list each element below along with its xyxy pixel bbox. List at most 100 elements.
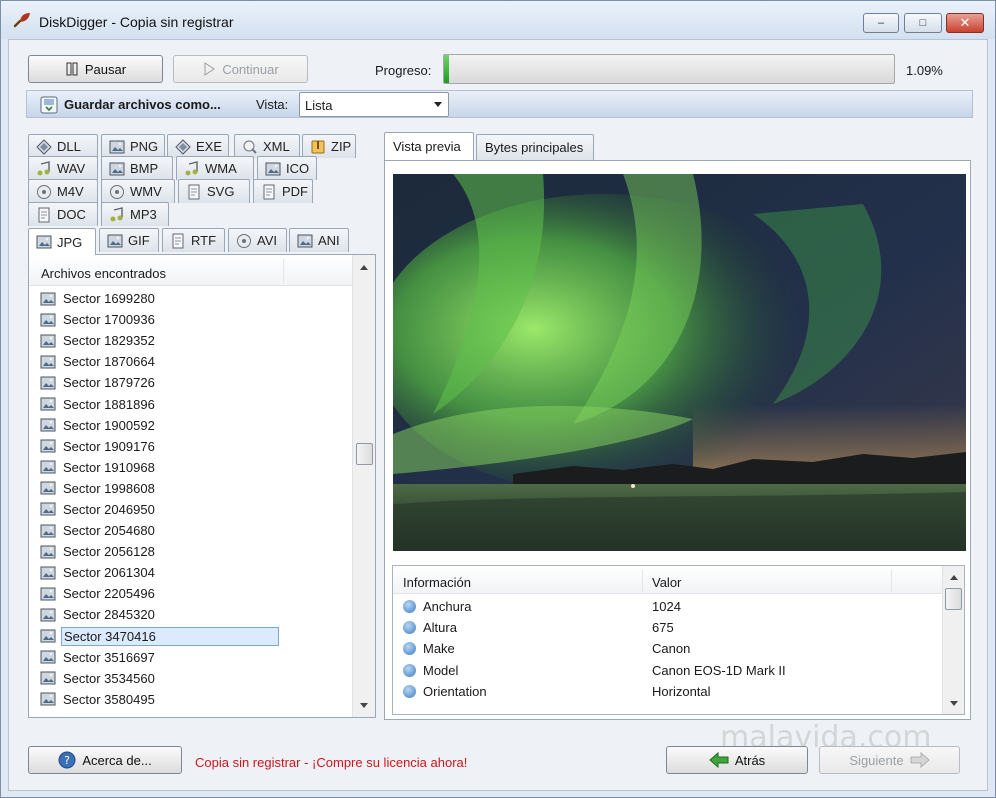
tab-mp3[interactable]: MP3 <box>101 202 169 226</box>
tab-wav[interactable]: WAV <box>28 156 98 180</box>
scroll-up-icon[interactable] <box>360 265 368 270</box>
scroll-down-icon[interactable] <box>950 701 958 706</box>
image-icon <box>297 234 313 247</box>
minimize-button[interactable]: – <box>863 13 899 33</box>
files-scrollbar[interactable] <box>352 255 375 717</box>
back-button[interactable]: Atrás <box>666 746 808 774</box>
tab-label: WMA <box>205 161 237 176</box>
tab-bmp[interactable]: BMP <box>101 156 173 180</box>
image-icon <box>40 608 56 622</box>
info-row[interactable]: Model Canon EOS-1D Mark II <box>393 660 943 681</box>
property-icon <box>403 600 416 613</box>
tab-bytes-principales[interactable]: Bytes principales <box>476 134 594 160</box>
image-icon <box>40 481 56 495</box>
scroll-thumb[interactable] <box>945 588 962 610</box>
file-row[interactable]: Sector 1998608 <box>29 478 353 499</box>
info-row[interactable]: Make Canon <box>393 638 943 659</box>
tab-exe[interactable]: EXE <box>167 134 229 158</box>
file-row[interactable]: Sector 1909176 <box>29 436 353 457</box>
progress-label: Progreso: <box>375 63 432 78</box>
file-row[interactable]: Sector 1700936 <box>29 309 353 330</box>
save-files-button[interactable]: Guardar archivos como... <box>64 97 221 112</box>
tab-dll[interactable]: DLL <box>28 134 98 158</box>
file-row[interactable]: Sector 1900592 <box>29 415 353 436</box>
promo-link[interactable]: Copia sin registrar - ¡Compre su licenci… <box>195 755 467 770</box>
back-label: Atrás <box>734 752 766 768</box>
file-row[interactable]: Sector 1881896 <box>29 393 353 414</box>
info-scrollbar[interactable] <box>942 566 964 714</box>
tab-jpg[interactable]: JPG <box>28 228 96 255</box>
chevron-down-icon <box>434 102 442 107</box>
preview-panel: Información Valor Anchura 1024 Altura 675 Ma… <box>384 160 971 720</box>
file-row[interactable]: Sector 3580495 <box>29 689 353 710</box>
info-value: 675 <box>652 620 674 636</box>
file-name: Sector 3516697 <box>63 649 155 665</box>
close-button[interactable]: ✕ <box>946 13 984 33</box>
file-row[interactable]: Sector 1879726 <box>29 372 353 393</box>
files-list: Sector 1699280 Sector 1700936 Sector 18293… <box>29 288 353 716</box>
image-icon <box>40 334 56 348</box>
continue-button[interactable]: Continuar <box>173 55 308 83</box>
tab-zip[interactable]: ZIP <box>302 134 356 158</box>
file-row[interactable]: Sector 2056128 <box>29 541 353 562</box>
file-row[interactable]: Sector 1870664 <box>29 351 353 372</box>
tab-vista-previa[interactable]: Vista previa <box>384 132 474 160</box>
file-row[interactable]: Sector 2046950 <box>29 499 353 520</box>
continue-label: Continuar <box>222 61 279 77</box>
tab-wma[interactable]: WMA <box>176 156 254 180</box>
file-row[interactable]: Sector 2205496 <box>29 583 353 604</box>
file-name: Sector 3470416 <box>61 626 279 646</box>
tab-label: DLL <box>57 139 81 154</box>
tab-gif[interactable]: GIF <box>99 228 159 252</box>
file-row[interactable]: Sector 1699280 <box>29 288 353 309</box>
files-header[interactable]: Archivos encontrados <box>29 255 353 286</box>
tab-label: GIF <box>128 233 150 248</box>
next-button[interactable]: Siguiente <box>819 746 960 774</box>
scroll-down-icon[interactable] <box>360 703 368 708</box>
tab-svg[interactable]: SVG <box>178 179 250 203</box>
next-label: Siguiente <box>849 752 904 768</box>
tab-m4v[interactable]: M4V <box>28 179 98 203</box>
maximize-button[interactable]: □ <box>904 13 942 33</box>
tab-pdf[interactable]: PDF <box>253 179 313 203</box>
tab-wmv[interactable]: WMV <box>101 179 175 203</box>
tab-xml[interactable]: XML <box>234 134 300 158</box>
view-select[interactable]: Lista <box>299 92 449 117</box>
tab-label: JPG <box>57 234 83 250</box>
tab-ani[interactable]: ANI <box>289 228 349 252</box>
tab-doc[interactable]: DOC <box>28 202 98 226</box>
tab-ico[interactable]: ICO <box>257 156 317 180</box>
scroll-up-icon[interactable] <box>950 575 958 580</box>
arrow-right-icon <box>910 752 930 768</box>
file-row[interactable]: Sector 2054680 <box>29 520 353 541</box>
document-icon <box>38 207 50 222</box>
arrow-left-icon <box>709 752 729 768</box>
file-name: Sector 1909176 <box>63 438 155 454</box>
file-row[interactable]: Sector 1910968 <box>29 457 353 478</box>
info-value: 1024 <box>652 599 681 614</box>
about-button[interactable]: ? Acerca de... <box>28 746 182 774</box>
title-bar[interactable]: DiskDigger - Copia sin registrar – □ ✕ <box>1 1 995 39</box>
info-header[interactable]: Información Valor <box>393 566 943 594</box>
info-value: Canon <box>652 641 691 657</box>
file-row[interactable]: Sector 2845320 <box>29 604 353 625</box>
file-name: Sector 1870664 <box>63 354 155 370</box>
info-row[interactable]: Orientation Horizontal <box>393 681 943 702</box>
info-row[interactable]: Altura 675 <box>393 617 943 638</box>
file-name: Sector 1900592 <box>63 417 155 433</box>
tab-png[interactable]: PNG <box>101 134 165 158</box>
files-panel: Archivos encontrados Sector 1699280 Secto… <box>28 254 376 718</box>
tab-rtf[interactable]: RTF <box>162 228 225 252</box>
file-row[interactable]: Sector 3516697 <box>29 647 353 668</box>
pause-button[interactable]: Pausar <box>28 55 163 83</box>
file-row[interactable]: Sector 2061304 <box>29 562 353 583</box>
file-row[interactable]: Sector 3534560 <box>29 668 353 689</box>
tab-avi[interactable]: AVI <box>228 228 287 252</box>
svg-text:?: ? <box>64 754 70 767</box>
image-icon <box>40 355 56 369</box>
scroll-thumb[interactable] <box>356 443 373 465</box>
file-row[interactable]: Sector 1829352 <box>29 330 353 351</box>
file-name: Sector 2054680 <box>63 523 155 539</box>
file-row[interactable]: Sector 3470416 <box>29 626 353 647</box>
info-row[interactable]: Anchura 1024 <box>393 596 943 617</box>
